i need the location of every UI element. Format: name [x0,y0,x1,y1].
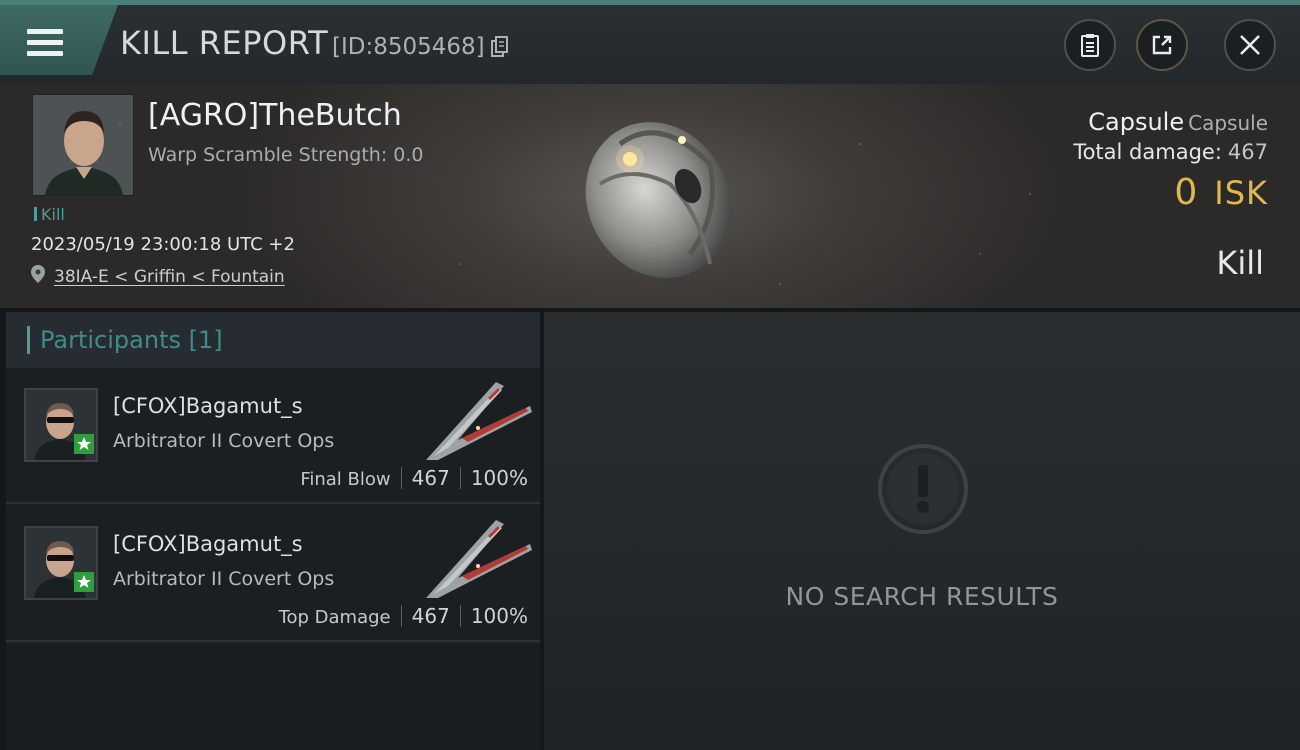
close-icon [1240,35,1260,55]
kill-result-label: Kill [1216,244,1264,282]
location-pin-icon [31,265,45,283]
copy-icon[interactable] [491,36,509,58]
clipboard-button[interactable] [1064,19,1116,71]
menu-button[interactable] [0,5,118,75]
participant-ship: Arbitrator II Covert Ops [113,430,335,452]
total-damage: Total damage: 467 [1073,140,1268,164]
share-icon [1152,35,1172,55]
participant-row[interactable]: [CFOX]Bagamut_s Arbitrator II Covert Ops… [6,368,540,504]
top-bar: KILL REPORT [ID:8505468] [0,0,1300,84]
participant-damage-percent: 100% [470,604,528,628]
report-id: [ID:8505468] [332,34,485,60]
participant-role: Final Blow [300,469,391,490]
isk-value: 0 ISK [1174,172,1268,213]
clipboard-icon [1081,34,1099,57]
page-title: KILL REPORT [120,24,329,62]
hamburger-icon [27,29,63,59]
participant-stats: Final Blow 467 100% [300,466,528,490]
participant-damage-percent: 100% [470,466,528,490]
participant-ship: Arbitrator II Covert Ops [113,568,335,590]
isk-unit: ISK [1214,174,1268,212]
kill-timestamp: 2023/05/19 23:00:18 UTC +2 [31,234,295,255]
top-accent-line [0,0,1300,5]
participant-damage: 467 [411,604,450,628]
share-button[interactable] [1136,19,1188,71]
star-badge-icon [74,434,94,454]
victim-ship: Capsule Capsule [1088,108,1268,136]
victim-name[interactable]: [AGRO]TheButch [148,98,402,133]
capsule-ship-image [585,122,731,278]
participants-panel: Participants [1] [CFOX]Bagamut_s Arbitra… [6,312,540,750]
results-panel: NO SEARCH RESULTS [544,312,1300,750]
participants-accent-bar [27,326,30,354]
participant-row[interactable]: [CFOX]Bagamut_s Arbitrator II Covert Ops… [6,506,540,642]
participants-title: Participants [1] [40,326,223,354]
kill-tag: Kill [34,205,65,224]
isk-amount: 0 [1174,172,1199,213]
total-damage-label: Total damage: [1073,140,1222,164]
participants-empty-area [6,644,540,750]
participant-role: Top Damage [278,607,391,628]
arbitrator-ship-image [426,520,532,598]
participant-name[interactable]: [CFOX]Bagamut_s [113,532,303,556]
participant-damage: 467 [411,466,450,490]
portrait-image [33,95,133,195]
participant-name[interactable]: [CFOX]Bagamut_s [113,394,303,418]
kill-location-link[interactable]: 38IA-E < Griffin < Fountain [54,267,285,287]
close-button[interactable] [1224,19,1276,71]
warp-scramble-strength: Warp Scramble Strength: 0.0 [148,144,424,166]
no-results-message: NO SEARCH RESULTS [785,582,1059,611]
arbitrator-ship-image [426,382,532,460]
participant-stats: Top Damage 467 100% [279,604,528,628]
exclamation-icon [878,444,968,534]
victim-portrait[interactable] [32,94,134,196]
victim-banner: [AGRO]TheButch Warp Scramble Strength: 0… [0,84,1300,308]
participants-header: Participants [1] [6,312,540,368]
total-damage-value: 467 [1227,140,1268,164]
victim-ship-class: Capsule [1188,111,1268,135]
star-badge-icon [74,572,94,592]
victim-ship-name[interactable]: Capsule [1088,108,1184,136]
